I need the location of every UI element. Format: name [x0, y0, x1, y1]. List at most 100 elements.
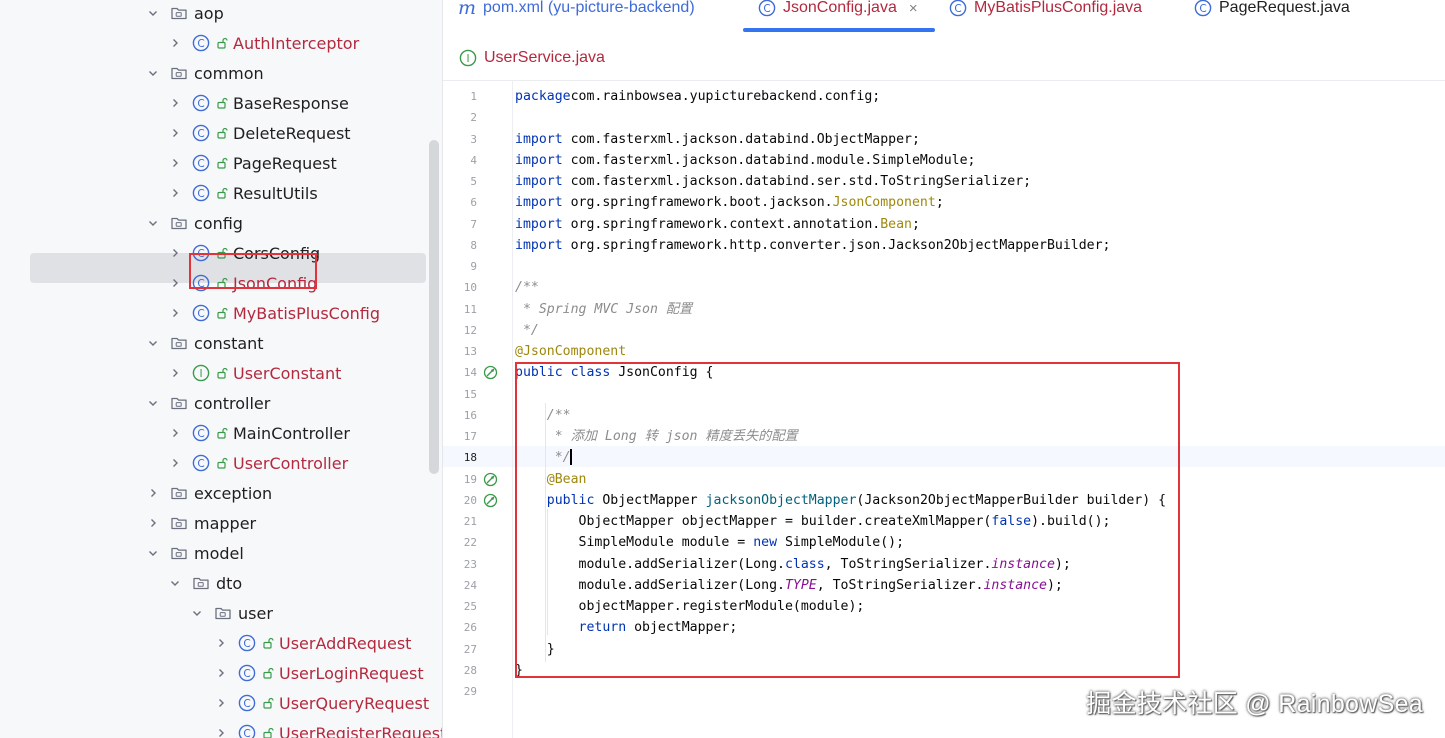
tree-item-userconstant[interactable]: I UserConstant	[168, 358, 341, 388]
code-line[interactable]: */	[515, 320, 539, 341]
tree-item-constant[interactable]: constant	[146, 328, 264, 358]
chevron-right-icon[interactable]	[168, 366, 182, 380]
chevron-right-icon[interactable]	[168, 246, 182, 260]
tree-item-mapper[interactable]: mapper	[146, 508, 256, 538]
chevron-right-icon[interactable]	[168, 426, 182, 440]
svg-text:C: C	[243, 668, 250, 680]
chevron-right-icon[interactable]	[146, 486, 160, 500]
class-icon: C	[192, 184, 210, 202]
tree-item-user[interactable]: user	[190, 598, 273, 628]
bean-gutter-icon[interactable]	[483, 493, 498, 508]
code-line[interactable]: import org.springframework.http.converte…	[515, 235, 1110, 256]
chevron-right-icon[interactable]	[214, 696, 228, 710]
tree-item-authinterceptor[interactable]: C AuthInterceptor	[168, 28, 359, 58]
chevron-down-icon[interactable]	[146, 396, 160, 410]
public-access-icon	[216, 36, 228, 50]
tree-item-config[interactable]: config	[146, 208, 243, 238]
tree-item-deleterequest[interactable]: C DeleteRequest	[168, 118, 351, 148]
code-line[interactable]: /**	[515, 277, 539, 298]
tree-item-mybatisplusconfig[interactable]: C MyBatisPlusConfig	[168, 298, 380, 328]
line-number: 3	[470, 132, 477, 146]
tree-item-label: config	[194, 213, 243, 233]
class-icon: C	[238, 724, 256, 738]
code-token: import	[515, 237, 563, 253]
tree-item-userloginrequest[interactable]: C UserLoginRequest	[214, 658, 424, 688]
chevron-down-icon[interactable]	[146, 546, 160, 560]
chevron-right-icon[interactable]	[168, 36, 182, 50]
code-token: package	[515, 89, 571, 104]
line-number: 21	[463, 515, 477, 528]
close-tab-icon[interactable]: ×	[909, 0, 918, 17]
public-access-icon	[262, 636, 274, 650]
tree-item-pagerequest[interactable]: C PageRequest	[168, 148, 337, 178]
tree-item-dto[interactable]: dto	[168, 568, 242, 598]
chevron-right-icon[interactable]	[214, 636, 228, 650]
package-folder-icon	[214, 604, 232, 622]
tree-item-baseresponse[interactable]: C BaseResponse	[168, 88, 349, 118]
code-token: com.fasterxml.jackson.databind.module.Si…	[562, 152, 976, 168]
chevron-down-icon[interactable]	[168, 576, 182, 590]
line-number: 19	[463, 472, 477, 486]
tree-item-label: MyBatisPlusConfig	[233, 303, 381, 323]
class-icon: C	[949, 0, 967, 17]
tree-item-userqueryrequest[interactable]: C UserQueryRequest	[214, 688, 429, 718]
package-folder-icon	[170, 394, 188, 412]
chevron-right-icon[interactable]	[168, 456, 182, 470]
chevron-right-icon[interactable]	[214, 666, 228, 680]
tree-scrollbar[interactable]	[429, 140, 439, 474]
public-access-icon	[216, 96, 228, 110]
chevron-right-icon[interactable]	[168, 96, 182, 110]
bean-gutter-icon[interactable]	[483, 365, 498, 380]
chevron-down-icon[interactable]	[146, 216, 160, 230]
line-number: 15	[463, 387, 477, 401]
tree-item-label: UserConstant	[233, 363, 342, 383]
tree-item-controller[interactable]: controller	[146, 388, 270, 418]
tree-item-label: DeleteRequest	[233, 123, 351, 143]
chevron-down-icon[interactable]	[146, 6, 160, 20]
chevron-right-icon[interactable]	[146, 516, 160, 530]
tree-item-usercontroller[interactable]: C UserController	[168, 448, 348, 478]
tab-pom.xml[interactable]: m pom.xml (yu-picture-backend)	[458, 0, 695, 23]
code-token: JsonComponent	[832, 195, 936, 211]
code-line[interactable]: import org.springframework.boot.jackson.…	[515, 192, 944, 213]
maven-icon: m	[458, 0, 477, 19]
chevron-down-icon[interactable]	[146, 336, 160, 350]
tree-item-model[interactable]: model	[146, 538, 244, 568]
svg-text:C: C	[243, 698, 250, 710]
chevron-down-icon[interactable]	[190, 606, 204, 620]
tab-mybatisplusconfig.java[interactable]: C MyBatisPlusConfig.java	[949, 0, 1142, 23]
editor-tab-bar: m pom.xml (yu-picture-backend) C JsonConfig…	[443, 0, 1445, 81]
chevron-right-icon[interactable]	[214, 726, 228, 738]
tree-item-useraddrequest[interactable]: C UserAddRequest	[214, 628, 411, 658]
tab-jsonconfig.java[interactable]: C JsonConfig.java ×	[758, 0, 918, 23]
tree-item-userregisterrequest[interactable]: C UserRegisterRequest	[214, 718, 442, 738]
code-line[interactable]: * Spring MVC Json 配置	[515, 299, 692, 320]
svg-text:C: C	[763, 3, 770, 15]
code-line[interactable]: import org.springframework.context.annot…	[515, 214, 920, 235]
code-line[interactable]: @JsonComponent	[515, 341, 626, 362]
tree-item-common[interactable]: common	[146, 58, 264, 88]
tree-item-label: constant	[194, 333, 264, 353]
code-line[interactable]: import com.fasterxml.jackson.databind.mo…	[515, 150, 976, 171]
tab-userservice.java[interactable]: I UserService.java	[459, 43, 605, 73]
chevron-right-icon[interactable]	[168, 156, 182, 170]
tree-item-maincontroller[interactable]: C MainController	[168, 418, 350, 448]
chevron-down-icon[interactable]	[146, 66, 160, 80]
active-tab-indicator	[743, 28, 935, 32]
tree-item-resultutils[interactable]: C ResultUtils	[168, 178, 318, 208]
bean-gutter-icon[interactable]	[483, 472, 498, 487]
tree-item-exception[interactable]: exception	[146, 478, 272, 508]
chevron-right-icon[interactable]	[168, 186, 182, 200]
package-folder-icon	[170, 484, 188, 502]
tree-item-aop[interactable]: aop	[146, 0, 224, 28]
code-line[interactable]: packagecom.rainbowsea.yupicturebackend.c…	[515, 86, 880, 107]
public-access-icon	[262, 696, 274, 710]
chevron-right-icon[interactable]	[168, 126, 182, 140]
code-line[interactable]: import com.fasterxml.jackson.databind.Ob…	[515, 129, 920, 150]
line-number: 13	[463, 345, 477, 358]
code-token: import	[515, 216, 563, 232]
chevron-right-icon[interactable]	[168, 276, 182, 290]
tab-pagerequest.java[interactable]: C PageRequest.java	[1194, 0, 1350, 23]
code-line[interactable]: import com.fasterxml.jackson.databind.se…	[515, 171, 1031, 192]
chevron-right-icon[interactable]	[168, 306, 182, 320]
